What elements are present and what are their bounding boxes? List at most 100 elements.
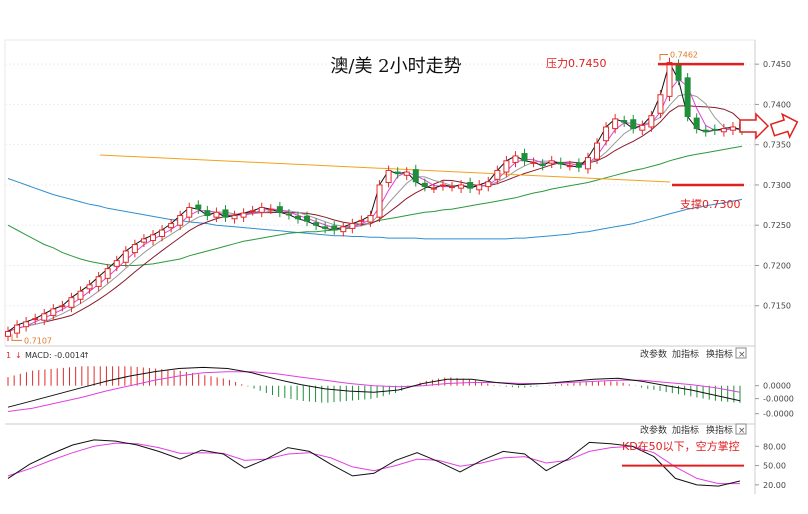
candle-body bbox=[548, 160, 555, 164]
candle-body bbox=[32, 318, 39, 321]
candle-body bbox=[23, 321, 30, 328]
macd-tick-label: -0.0000 bbox=[763, 410, 794, 419]
candle-body bbox=[376, 184, 383, 218]
indicator-number: 1 bbox=[6, 351, 11, 360]
candle-body bbox=[711, 128, 718, 131]
candle-body bbox=[59, 305, 66, 308]
candle-body bbox=[439, 184, 446, 187]
candle-body bbox=[276, 206, 283, 213]
macd-axis-ticks: 0.0000 -0.0000 -0.0000 bbox=[755, 382, 794, 419]
indicator-down-icon[interactable]: ↓ bbox=[15, 351, 22, 360]
candle-body bbox=[86, 284, 93, 290]
candle-body bbox=[557, 161, 564, 165]
macd-series bbox=[7, 366, 741, 412]
candle-body bbox=[222, 209, 229, 218]
candle-body bbox=[385, 169, 392, 184]
candle-body bbox=[14, 324, 21, 334]
candle-body bbox=[77, 290, 84, 300]
candle-body bbox=[149, 234, 156, 242]
macd-button-0[interactable]: 改参数 bbox=[640, 348, 667, 360]
kd-panel: 改参数 加指标 换指标 × 80.00 50.00 20.00 KD在50以下，空方掌控 bbox=[5, 423, 786, 494]
macd-close-icon[interactable]: × bbox=[738, 350, 746, 360]
price-tick-label: 0.7300 bbox=[763, 181, 791, 190]
indicator-up-icon[interactable]: ↑ bbox=[83, 351, 90, 360]
kd-annotation: KD在50以下，空方掌控 bbox=[622, 439, 740, 453]
main-price-panel: 0.7450 0.7400 0.7350 0.7300 0.7250 0.7200 0.71… bbox=[4, 39, 799, 347]
kd-button-2[interactable]: 换指标 bbox=[706, 424, 733, 436]
candle-body bbox=[177, 215, 184, 226]
kd-close-icon[interactable]: × bbox=[738, 426, 746, 436]
candle-body bbox=[603, 126, 610, 142]
macd-tick-label: 0.0000 bbox=[763, 382, 791, 391]
candle-body bbox=[186, 206, 193, 218]
candle-body bbox=[584, 157, 591, 170]
candle-body bbox=[657, 94, 664, 114]
price-tick-label: 0.7250 bbox=[763, 221, 791, 230]
candle-body bbox=[240, 212, 247, 218]
macd-dea-line bbox=[7, 371, 741, 412]
kd-button-0[interactable]: 改参数 bbox=[640, 424, 667, 436]
candle-body bbox=[358, 219, 365, 222]
candle-body bbox=[575, 162, 582, 168]
candle-body bbox=[195, 204, 202, 210]
macd-buttons: 改参数 加指标 换指标 × bbox=[640, 347, 747, 360]
kd-buttons: 改参数 加指标 换指标 × bbox=[640, 423, 747, 436]
candle-body bbox=[458, 184, 465, 189]
candle-body bbox=[494, 169, 501, 180]
candle-body bbox=[430, 187, 437, 190]
resistance-label: 压力0.7450 bbox=[546, 57, 607, 70]
price-tick-label: 0.7200 bbox=[763, 261, 791, 270]
candle-body bbox=[503, 160, 510, 173]
candle-body bbox=[394, 171, 401, 175]
candle-body bbox=[512, 155, 519, 163]
price-axis-ticks: 0.7450 0.7400 0.7350 0.7300 0.7250 0.7200 0.71… bbox=[755, 60, 791, 311]
candle-body bbox=[530, 161, 537, 164]
candle-body bbox=[331, 225, 338, 231]
macd-button-2[interactable]: 换指标 bbox=[706, 348, 733, 360]
price-tick-label: 0.7150 bbox=[763, 302, 791, 311]
candle-body bbox=[213, 211, 220, 218]
candle-body bbox=[41, 313, 48, 321]
candle-body bbox=[131, 244, 138, 254]
support-label: 支撑0.7300 bbox=[680, 197, 741, 211]
price-tick-label: 0.7450 bbox=[763, 60, 791, 69]
chart-title: 澳/美 2小时走势 bbox=[330, 56, 461, 77]
candle-body bbox=[403, 171, 410, 176]
candle-body bbox=[566, 165, 573, 168]
candle-body bbox=[304, 215, 311, 222]
candle-body bbox=[204, 210, 211, 217]
candle-body bbox=[684, 77, 691, 117]
candle-body bbox=[367, 215, 374, 223]
candle-body bbox=[521, 153, 528, 162]
candle-body bbox=[693, 117, 700, 130]
kd-tick-label: 20.00 bbox=[763, 481, 786, 490]
macd-button-1[interactable]: 加指标 bbox=[672, 348, 699, 360]
candle-body bbox=[104, 268, 111, 279]
candle-body bbox=[612, 118, 619, 130]
candle-body bbox=[122, 250, 129, 263]
candle-body bbox=[349, 223, 356, 229]
candle-body bbox=[594, 142, 601, 160]
candle-body bbox=[313, 222, 320, 226]
candle-body bbox=[231, 215, 238, 220]
candle-body bbox=[258, 206, 265, 213]
candle-body bbox=[630, 119, 637, 130]
candle-body bbox=[68, 297, 75, 308]
candle-body bbox=[666, 62, 673, 97]
candle-body bbox=[340, 226, 347, 233]
candle-body bbox=[412, 169, 419, 183]
candle-body bbox=[421, 182, 428, 188]
candle-body bbox=[285, 213, 292, 216]
kd-button-1[interactable]: 加指标 bbox=[672, 424, 699, 436]
candle-body bbox=[95, 276, 102, 287]
candle-body bbox=[476, 184, 483, 191]
candle-body bbox=[159, 229, 166, 237]
candle-body bbox=[50, 308, 57, 316]
candle-body bbox=[249, 210, 256, 213]
low-label: 0.7107 bbox=[24, 336, 52, 345]
candle-body bbox=[5, 331, 11, 337]
kd-tick-label: 80.00 bbox=[763, 442, 786, 451]
candle-body bbox=[639, 124, 646, 131]
candle-body bbox=[539, 163, 546, 167]
price-tick-label: 0.7350 bbox=[763, 141, 791, 150]
